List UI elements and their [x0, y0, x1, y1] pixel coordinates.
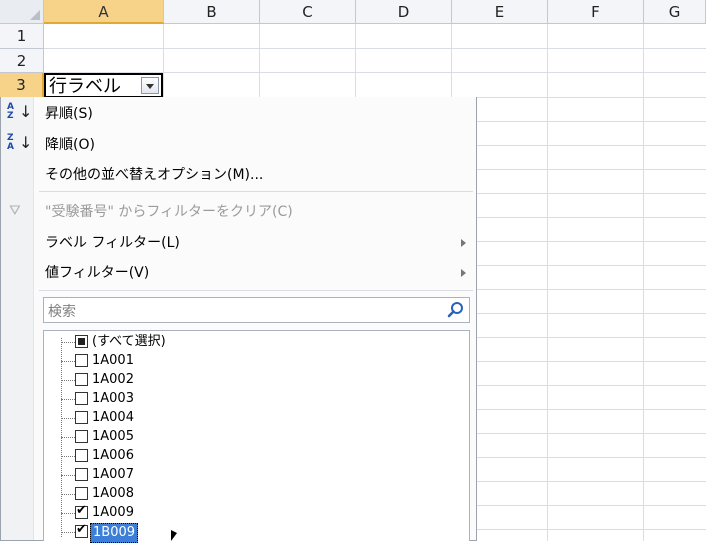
value-filter-submenu-arrow-icon: [461, 269, 466, 277]
checkbox-checked[interactable]: [75, 503, 88, 519]
list-item[interactable]: 1A007: [44, 466, 469, 485]
checkbox-checked[interactable]: [75, 522, 88, 538]
checkbox[interactable]: [75, 487, 88, 500]
list-item[interactable]: 1A003: [44, 390, 469, 409]
column-header-b[interactable]: B: [164, 0, 260, 24]
sort-descending-icon: Z A ↓: [7, 133, 33, 152]
list-item-selected[interactable]: 1B009: [44, 522, 469, 543]
checkbox[interactable]: [75, 373, 88, 386]
select-all-checkbox[interactable]: [75, 335, 88, 348]
search-placeholder: 検索: [48, 304, 76, 320]
column-header-e[interactable]: E: [452, 0, 548, 24]
row-header-1[interactable]: 1: [0, 24, 44, 49]
sort-descending-item[interactable]: 降順(O): [45, 136, 95, 154]
list-item[interactable]: 1A009: [44, 503, 469, 523]
row-header-3[interactable]: 3: [0, 73, 44, 98]
clear-filter-item[interactable]: "受験番号" からフィルターをクリア(C): [45, 203, 293, 221]
filter-dropdown-button[interactable]: [141, 77, 159, 94]
filter-values-list: (すべて選択) 1A001 1A002 1A003 1A004 1A005 1A…: [43, 330, 470, 543]
list-item[interactable]: 1A001: [44, 352, 469, 371]
list-item[interactable]: 1A005: [44, 428, 469, 447]
list-item[interactable]: 1A004: [44, 409, 469, 428]
search-input[interactable]: 検索: [43, 297, 470, 323]
mouse-cursor-icon: [171, 530, 177, 541]
column-header-d[interactable]: D: [356, 0, 452, 24]
cell-a3[interactable]: 行ラベル: [44, 73, 163, 98]
sort-ascending-item[interactable]: 昇順(S): [45, 105, 93, 123]
value-filter-item[interactable]: 値フィルター(V): [45, 264, 149, 282]
list-item[interactable]: 1A006: [44, 447, 469, 466]
checkbox[interactable]: [75, 411, 88, 424]
list-item[interactable]: 1A008: [44, 485, 469, 504]
more-sort-options-item[interactable]: その他の並べ替えオプション(M)...: [45, 166, 263, 184]
sort-ascending-icon: A Z ↓: [7, 102, 33, 121]
list-item-select-all[interactable]: (すべて選択): [44, 333, 469, 352]
checkbox[interactable]: [75, 430, 88, 443]
checkbox[interactable]: [75, 468, 88, 481]
checkbox[interactable]: [75, 449, 88, 462]
checkbox[interactable]: [75, 354, 88, 367]
clear-filter-icon: ⛛: [9, 203, 21, 219]
corner-triangle-icon: [30, 10, 40, 20]
row-header-2[interactable]: 2: [0, 49, 44, 73]
label-filter-submenu-arrow-icon: [461, 239, 466, 247]
select-all-corner[interactable]: [0, 0, 44, 24]
column-header-f[interactable]: F: [548, 0, 644, 24]
row-labels-text: 行ラベル: [49, 76, 121, 97]
search-icon[interactable]: [447, 301, 465, 319]
column-header-c[interactable]: C: [260, 0, 356, 24]
column-header-a[interactable]: A: [44, 0, 164, 24]
filter-dropdown-menu: A Z ↓ 昇順(S) Z A ↓ 降順(O) その他の並べ替えオプション(M)... …: [0, 97, 477, 543]
checkbox[interactable]: [75, 392, 88, 405]
label-filter-item[interactable]: ラベル フィルター(L): [45, 234, 180, 252]
column-header-g[interactable]: G: [644, 0, 706, 24]
list-item[interactable]: 1A002: [44, 371, 469, 390]
